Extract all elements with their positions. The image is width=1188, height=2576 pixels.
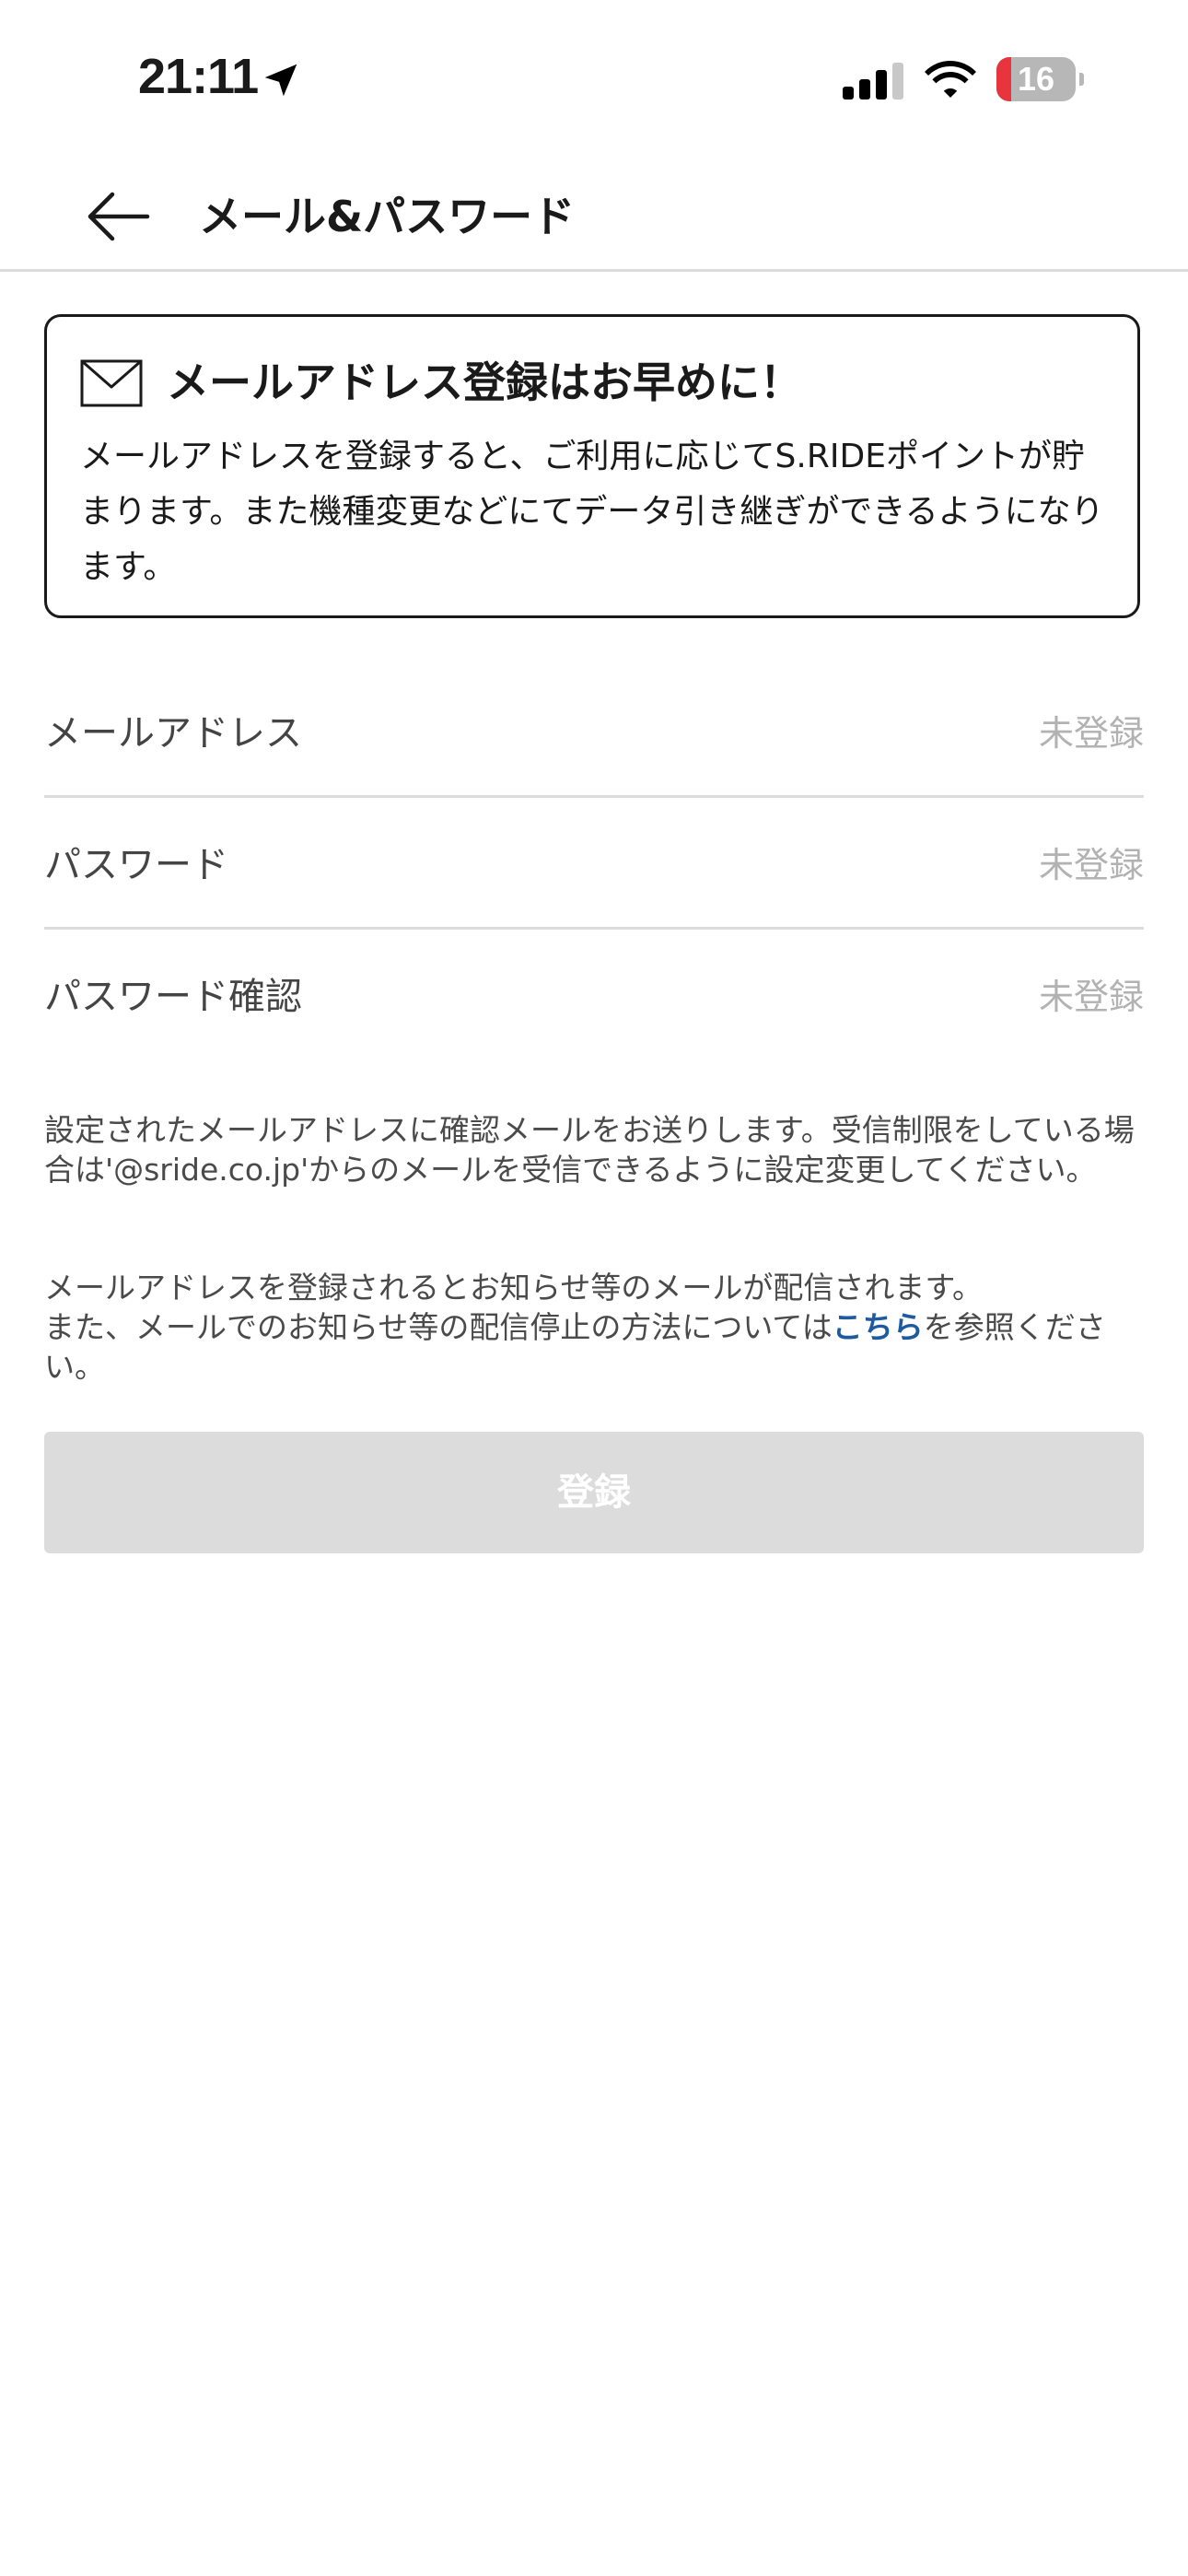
register-button[interactable]: 登録 — [44, 1432, 1144, 1553]
email-value: 未登録 — [1038, 713, 1144, 754]
notice-card: メールアドレス登録はお早めに！ メールアドレスを登録すると、ご利用に応じてS.R… — [44, 314, 1140, 618]
confirm-mail-note: 設定されたメールアドレスに確認メールをお送りします。受信制限をしている場合は'@… — [44, 1112, 1135, 1188]
notice-body: メールアドレスを登録すると、ご利用に応じてS.RIDEポイントが貯まります。また… — [80, 438, 1104, 586]
battery-icon: 16 — [996, 57, 1084, 101]
notice-title: メールアドレス登録はお早めに！ — [167, 357, 802, 407]
password-row[interactable]: パスワード 未登録 — [44, 801, 1144, 930]
arrow-left-icon — [87, 192, 150, 241]
mail-delivery-line2: また、メールでのお知らせ等の配信停止の方法についてはこちらを参照ください。 — [44, 1307, 1144, 1387]
envelope-icon — [80, 359, 143, 407]
password-confirm-value: 未登録 — [1038, 977, 1144, 1017]
mail-delivery-note: メールアドレスを登録されるとお知らせ等のメールが配信されます。 また、メールでの… — [44, 1268, 1144, 1387]
unsubscribe-link[interactable]: こちら — [833, 1309, 924, 1345]
mail-delivery-line1: メールアドレスを登録されるとお知らせ等のメールが配信されます。 — [44, 1270, 984, 1306]
wifi-icon — [925, 61, 976, 98]
cellular-signal-icon — [843, 63, 903, 100]
location-arrow-icon — [264, 64, 297, 97]
back-button[interactable] — [77, 175, 160, 258]
battery-level: 16 — [1017, 60, 1055, 98]
mail-delivery-prefix: また、メールでのお知らせ等の配信停止の方法については — [44, 1309, 833, 1345]
password-confirm-label: パスワード確認 — [44, 976, 302, 1018]
password-confirm-row[interactable]: パスワード確認 未登録 — [44, 932, 1144, 1061]
nav-header: メール&パスワード — [0, 158, 1188, 272]
email-label: メールアドレス — [44, 712, 302, 755]
email-row[interactable]: メールアドレス 未登録 — [44, 669, 1144, 798]
password-label: パスワード — [44, 844, 228, 886]
page-title: メール&パスワード — [199, 192, 576, 241]
status-bar: 21:11 16 — [0, 0, 1188, 158]
password-value: 未登録 — [1038, 845, 1144, 885]
status-time: 21:11 — [138, 49, 259, 104]
